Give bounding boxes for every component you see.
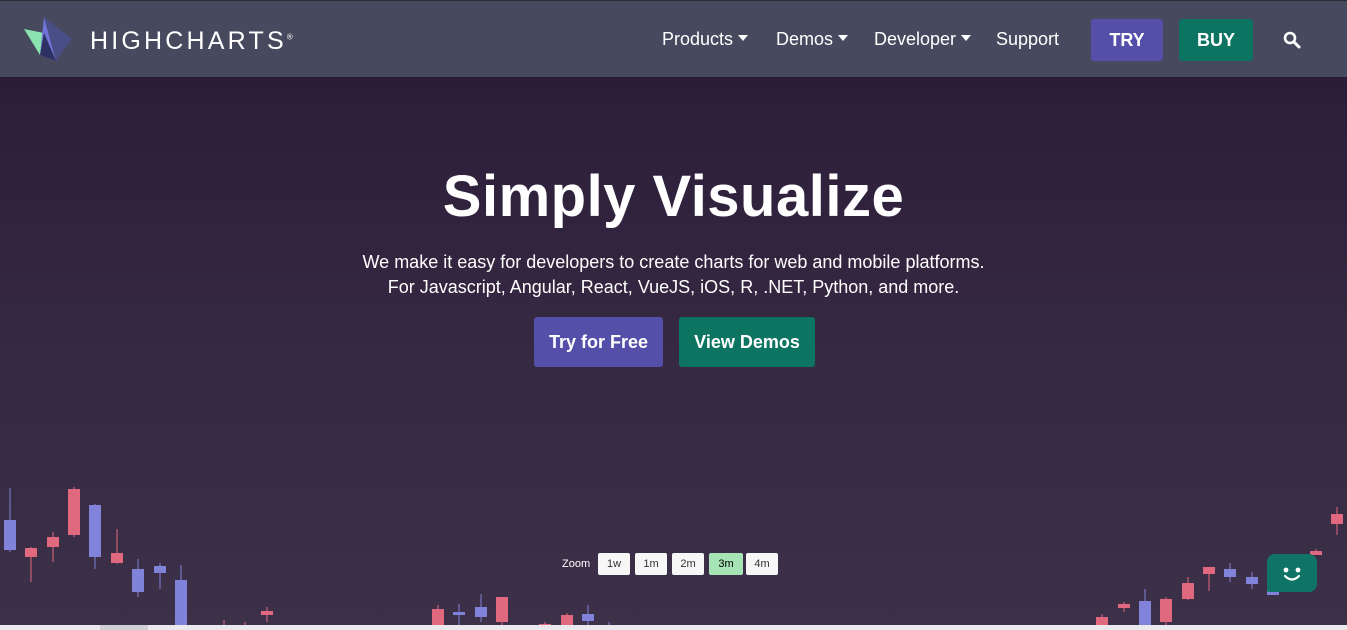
view-demos-button[interactable]: View Demos xyxy=(679,317,815,367)
candle-body xyxy=(4,520,16,550)
candle-body xyxy=(1118,604,1130,608)
zoom-1w-button[interactable]: 1w xyxy=(598,553,630,575)
chevron-down-icon xyxy=(838,35,849,42)
nav-support-label: Support xyxy=(996,29,1060,49)
candle-body xyxy=(496,597,508,622)
zoom-4m-button[interactable]: 4m xyxy=(746,553,778,575)
try-for-free-button[interactable]: Try for Free xyxy=(534,317,663,367)
zoom-3m-button[interactable]: 3m xyxy=(709,553,743,575)
candle-body xyxy=(154,566,166,573)
hero-subtitle-line-2: For Javascript, Angular, React, VueJS, i… xyxy=(387,277,960,297)
candle-body xyxy=(1331,514,1343,524)
candle-body xyxy=(47,537,59,547)
candle-body xyxy=(111,553,123,563)
candle-body xyxy=(68,489,80,535)
brand-name: HIGHCHARTS xyxy=(90,27,287,55)
buy-button[interactable]: BUY xyxy=(1179,19,1253,61)
try-button[interactable]: TRY xyxy=(1091,19,1163,61)
candle-body xyxy=(582,614,594,621)
zoom-2m-button[interactable]: 2m xyxy=(672,553,704,575)
candle-body xyxy=(132,569,144,592)
nav-demos-label: Demos xyxy=(776,29,834,49)
nav-demos[interactable]: Demos xyxy=(776,29,849,50)
hero-title: Simply Visualize xyxy=(442,164,905,229)
view-demos-label: View Demos xyxy=(694,331,800,352)
candle-body xyxy=(1182,583,1194,599)
chevron-down-icon xyxy=(738,35,749,42)
navigator-scrollbar[interactable] xyxy=(0,625,1347,630)
top-navbar: HIGHCHARTS® Products Demos Developer Sup… xyxy=(0,0,1347,77)
candle-body xyxy=(175,580,187,630)
nav-products-label: Products xyxy=(662,29,734,49)
candle-body xyxy=(89,505,101,557)
stock-chart-background xyxy=(4,487,1343,630)
nav-support[interactable]: Support xyxy=(996,29,1059,50)
hero-subtitle-line-1: We make it easy for developers to create… xyxy=(362,252,985,272)
nav-products[interactable]: Products xyxy=(662,29,749,50)
chevron-down-icon xyxy=(961,35,972,42)
try-for-free-label: Try for Free xyxy=(548,331,649,352)
candle-body xyxy=(1203,567,1215,574)
candle-body xyxy=(453,612,465,615)
candle-body xyxy=(475,607,487,617)
zoom-1m-button[interactable]: 1m xyxy=(635,553,667,575)
brand-wordmark[interactable]: HIGHCHARTS® xyxy=(90,27,293,56)
highcharts-logo-icon[interactable] xyxy=(22,15,74,63)
try-button-label: TRY xyxy=(1109,29,1145,50)
nav-developer[interactable]: Developer xyxy=(874,29,972,50)
nav-developer-label: Developer xyxy=(874,29,957,49)
zoom-label: Zoom xyxy=(562,558,591,570)
trademark-symbol: ® xyxy=(286,32,293,42)
search-icon[interactable] xyxy=(1283,31,1301,49)
chat-widget-button[interactable] xyxy=(1267,554,1317,592)
buy-button-label: BUY xyxy=(1196,29,1235,50)
hero-section: Simply Visualize We make it easy for dev… xyxy=(0,77,1347,630)
scrollbar-thumb[interactable] xyxy=(100,625,148,630)
chat-bot-icon xyxy=(1278,562,1306,586)
candle-body xyxy=(1224,569,1236,577)
candle-body xyxy=(25,548,37,557)
candle-body xyxy=(1246,577,1258,584)
candle-body xyxy=(261,611,273,615)
candle-body xyxy=(1160,599,1172,622)
